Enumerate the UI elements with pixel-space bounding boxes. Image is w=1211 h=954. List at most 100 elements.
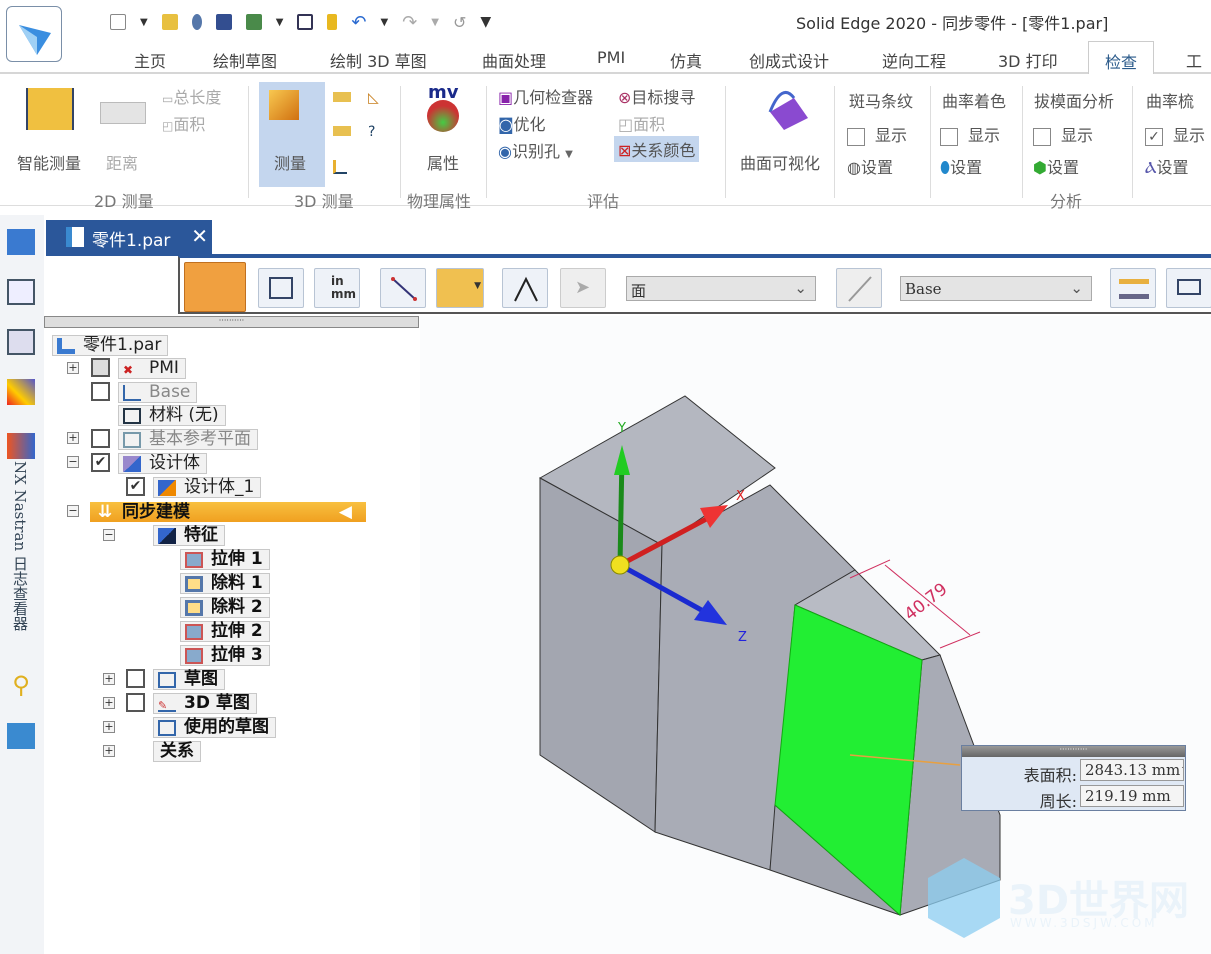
tree-item-base[interactable]: Base (118, 382, 198, 403)
options-list-button[interactable] (258, 268, 304, 308)
surface-visualization-icon[interactable] (762, 82, 812, 132)
tab-pmi[interactable]: PMI (597, 48, 625, 67)
save-as-icon[interactable] (245, 14, 262, 30)
customize-qat-icon[interactable]: ▼ (480, 14, 491, 30)
play-icon[interactable] (7, 329, 35, 355)
inquire-icon[interactable]: ? (368, 124, 375, 140)
relation-color-button[interactable]: ⊠关系颜色 (614, 136, 700, 162)
tree-checkbox[interactable] (126, 693, 145, 712)
web-icon[interactable] (191, 14, 202, 30)
tree-item-design-body-1[interactable]: 设计体_1 (153, 477, 262, 498)
undo-icon[interactable]: ↶ (351, 12, 366, 33)
physical-properties-icon[interactable] (427, 100, 459, 132)
redo-icon[interactable]: ↷ (402, 12, 417, 33)
measure-normal-icon[interactable] (333, 126, 351, 136)
vertex-button[interactable] (502, 268, 548, 308)
curvature-comb-settings-button[interactable]: Ⲁ设置 (1145, 154, 1189, 178)
nastran-icon[interactable] (7, 433, 35, 459)
copy-value-button[interactable] (1166, 268, 1211, 308)
select-button[interactable]: ➤ (560, 268, 606, 308)
smart-measure-dropdown[interactable]: ▼ (436, 268, 484, 308)
collapse-toggle[interactable]: − (67, 456, 79, 468)
tree-item-material[interactable]: 材料 (无) (118, 405, 226, 426)
tree-item-cut-1[interactable]: 除料 1 (180, 573, 270, 594)
select-filter-dropdown[interactable]: 面 ⌄ (626, 276, 816, 301)
document-tab[interactable]: 零件1.par ✕ (46, 220, 212, 254)
rollback-arrow-icon[interactable]: ◀ (339, 502, 352, 522)
tree-item-extrude-2[interactable]: 拉伸 2 (180, 621, 270, 642)
target-seek-button[interactable]: ⊗目标搜寻 (618, 84, 695, 108)
panel-drag-handle[interactable]: ··········· (962, 746, 1185, 757)
tree-checkbox[interactable]: ✔ (91, 453, 110, 472)
draft-settings-button[interactable]: ⬢设置 (1033, 154, 1079, 178)
redo-dropdown-icon[interactable]: ▼ (431, 17, 439, 28)
collapse-toggle[interactable]: − (67, 505, 79, 517)
pathfinder-icon[interactable] (7, 229, 35, 255)
properties-button[interactable]: 属性 (427, 150, 459, 174)
tab-reverse-engineering[interactable]: 逆向工程 (882, 48, 946, 72)
tree-checkbox[interactable] (126, 669, 145, 688)
identify-holes-button[interactable]: ◉识别孔 ▼ (498, 138, 573, 162)
tree-checkbox[interactable]: ✔ (126, 477, 145, 496)
key-icon[interactable]: ⚲ (7, 671, 35, 699)
distance-icon[interactable] (100, 102, 146, 124)
geometry-inspector-button[interactable]: ▣几何检查器 (498, 84, 593, 108)
properties-list-icon[interactable] (297, 14, 314, 30)
area-eval-button[interactable]: ◰面积 (618, 111, 665, 135)
measure-line-button[interactable] (380, 268, 426, 308)
tab-home[interactable]: 主页 (134, 48, 166, 72)
tree-checkbox[interactable] (91, 429, 110, 448)
curvature-shading-show-checkbox[interactable]: 显示 (940, 122, 1000, 146)
expand-toggle[interactable]: + (103, 745, 115, 757)
tab-inspect[interactable]: 检查 (1088, 41, 1155, 74)
tab-simulation[interactable]: 仿真 (670, 48, 702, 72)
measure-coordinates-icon[interactable] (333, 160, 347, 174)
line-select-button[interactable] (836, 268, 882, 308)
tree-item-3d-sketches[interactable]: ✎ 3D 草图 (153, 693, 257, 714)
tree-item-used-sketches[interactable]: 使用的草图 (153, 717, 276, 738)
measure-button[interactable]: 测量 (259, 82, 325, 187)
close-tab-button[interactable]: ✕ (191, 224, 208, 248)
panel-resize-handle[interactable]: ·········· (44, 316, 419, 328)
expand-toggle[interactable]: + (103, 697, 115, 709)
save-icon[interactable] (215, 14, 232, 30)
optimize-button[interactable]: ◙优化 (498, 111, 546, 135)
distance-button[interactable]: 距离 (106, 150, 138, 174)
expand-toggle[interactable]: + (103, 721, 115, 733)
measure-mode-button[interactable] (184, 262, 246, 312)
undo-dropdown-icon[interactable]: ▼ (381, 17, 389, 28)
save-dropdown-icon[interactable]: ▼ (276, 17, 284, 28)
tab-surfacing[interactable]: 曲面处理 (482, 48, 546, 72)
curvature-comb-show-checkbox[interactable]: ✓ 显示 (1145, 122, 1205, 146)
total-length-button[interactable]: ▭总长度 (162, 84, 221, 108)
collapse-toggle[interactable]: − (103, 529, 115, 541)
curvature-shading-settings-button[interactable]: ⬮设置 (940, 154, 982, 178)
surface-area-value[interactable]: 2843.13 mm^2 (1080, 759, 1184, 781)
repeat-icon[interactable]: ↺ (453, 13, 466, 32)
smart-measure-button[interactable]: 智能测量 (17, 150, 81, 174)
tree-item-cut-2[interactable]: 除料 2 (180, 597, 270, 618)
surface-visualization-button[interactable]: 曲面可视化 (740, 150, 820, 174)
tab-sketch[interactable]: 绘制草图 (213, 48, 277, 72)
draft-show-checkbox[interactable]: 显示 (1033, 122, 1093, 146)
3d-viewport[interactable]: Y X Z 40.79 3D世界网 WWW.3DSJW.COM (420, 316, 1211, 954)
tree-item-pmi[interactable]: ✖ PMI (118, 358, 186, 379)
tree-item-design-body[interactable]: 设计体 (118, 453, 207, 474)
tree-item-extrude-3[interactable]: 拉伸 3 (180, 645, 270, 666)
measure-angle-icon[interactable]: ◺ (368, 90, 379, 106)
area-2d-button[interactable]: ◰面积 (162, 111, 205, 135)
open-folder-icon[interactable] (161, 14, 178, 30)
color-manager-icon[interactable] (7, 379, 35, 405)
new-dropdown-icon[interactable]: ▼ (140, 17, 148, 28)
dimension-display-button[interactable] (1110, 268, 1156, 308)
tree-item-synchronous-modeling[interactable]: ⇊ 同步建模 ◀ (90, 502, 366, 522)
tab-3d-print[interactable]: 3D 打印 (998, 48, 1058, 72)
layers-icon[interactable] (7, 279, 35, 305)
perimeter-value[interactable]: 219.19 mm (1080, 785, 1184, 807)
zebra-show-checkbox[interactable]: 显示 (847, 122, 907, 146)
tab-generative-design[interactable]: 创成式设计 (749, 48, 829, 72)
units-button[interactable]: in mm (314, 268, 360, 308)
tree-item-extrude-1[interactable]: 拉伸 1 (180, 549, 270, 570)
tree-checkbox[interactable] (91, 358, 110, 377)
tab-3d-sketch[interactable]: 绘制 3D 草图 (330, 48, 427, 72)
